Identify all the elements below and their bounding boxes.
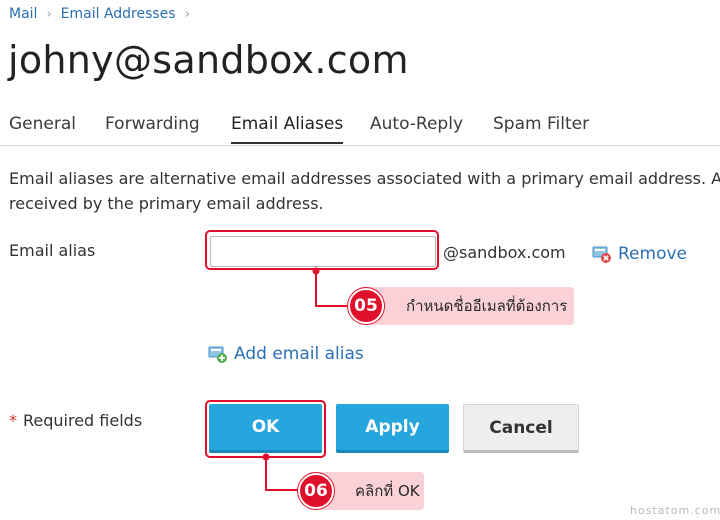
chevron-right-icon: › [184, 6, 190, 22]
remove-alias-label: Remove [618, 244, 687, 264]
callout-05: กำหนดชื่ออีเมลที่ต้องการ [358, 287, 574, 325]
breadcrumb-email-addresses[interactable]: Email Addresses [61, 6, 176, 22]
apply-button[interactable]: Apply [336, 404, 449, 453]
add-email-alias-link[interactable]: Add email alias [208, 344, 364, 364]
breadcrumb: Mail › Email Addresses › [9, 6, 199, 22]
callout-06-badge: 06 [298, 473, 334, 509]
page-title: johny@sandbox.com [8, 38, 409, 82]
tab-forwarding[interactable]: Forwarding [105, 114, 200, 144]
description-line-2: received by the primary email address. [9, 194, 324, 213]
required-star: * [9, 411, 17, 430]
remove-alias-link[interactable]: Remove [592, 244, 687, 264]
ok-button[interactable]: OK [209, 404, 322, 453]
watermark: hostatom.com [630, 504, 720, 517]
email-alias-label: Email alias [9, 241, 96, 260]
required-fields-label: Required fields [23, 411, 143, 430]
tab-email-aliases[interactable]: Email Aliases [231, 114, 344, 144]
callout-06-text: คลิกที่ OK [355, 482, 420, 500]
callout-05-badge: 05 [348, 288, 384, 324]
tabs-divider [0, 145, 720, 146]
email-alias-input[interactable] [210, 236, 436, 267]
breadcrumb-mail[interactable]: Mail [9, 6, 37, 22]
cancel-button[interactable]: Cancel [463, 404, 579, 453]
tab-auto-reply[interactable]: Auto-Reply [370, 114, 463, 144]
tab-spam-filter[interactable]: Spam Filter [493, 114, 589, 144]
description-line-1: Email aliases are alternative email addr… [9, 169, 720, 188]
chevron-right-icon: › [46, 6, 52, 22]
aliases-description: Email aliases are alternative email addr… [9, 166, 720, 216]
domain-suffix: @sandbox.com [443, 243, 566, 262]
remove-alias-icon [592, 244, 612, 264]
required-fields-note: * Required fields [9, 411, 142, 430]
tab-general[interactable]: General [9, 114, 76, 144]
add-alias-icon [208, 344, 228, 364]
add-email-alias-label: Add email alias [234, 344, 364, 364]
tab-bar: General Forwarding Email Aliases Auto-Re… [0, 114, 720, 146]
callout-05-text: กำหนดชื่ออีเมลที่ต้องการ [406, 297, 568, 315]
